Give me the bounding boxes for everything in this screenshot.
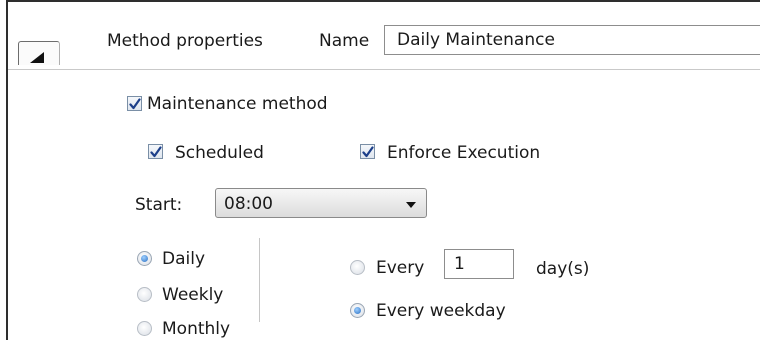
daily-label: Daily — [162, 249, 206, 269]
name-input[interactable]: Daily Maintenance — [384, 25, 760, 55]
checkmark-icon — [362, 146, 374, 158]
start-label: Start: — [135, 195, 183, 215]
collapse-triangle-icon — [30, 52, 44, 63]
every-label: Every — [376, 258, 425, 278]
checkmark-icon — [150, 146, 162, 158]
start-time-select[interactable]: 08:00 — [215, 188, 427, 218]
weekly-label: Weekly — [162, 285, 224, 305]
every-weekday-label: Every weekday — [376, 301, 506, 321]
every-days-input[interactable]: 1 — [444, 249, 514, 279]
enforce-execution-checkbox[interactable] — [360, 144, 375, 159]
maintenance-method-checkbox[interactable] — [127, 96, 142, 111]
scheduled-checkbox[interactable] — [148, 144, 163, 159]
section-title: Method properties — [107, 31, 263, 51]
monthly-label: Monthly — [162, 319, 231, 339]
collapse-button[interactable] — [18, 41, 60, 65]
scheduled-label: Scheduled — [175, 143, 264, 163]
checkmark-icon — [129, 98, 141, 110]
every-n-days-radio[interactable] — [350, 260, 365, 275]
maintenance-method-label: Maintenance method — [147, 94, 328, 114]
days-unit-label: day(s) — [536, 259, 590, 279]
header-separator — [8, 69, 760, 70]
panel-border-top — [6, 0, 760, 2]
start-time-value: 08:00 — [224, 194, 273, 214]
radio-selected-dot — [354, 307, 361, 314]
every-weekday-radio[interactable] — [350, 303, 365, 318]
chevron-down-icon — [406, 202, 416, 208]
name-label: Name — [319, 31, 370, 51]
monthly-radio[interactable] — [137, 321, 152, 336]
radio-selected-dot — [141, 255, 148, 262]
frequency-separator — [259, 238, 260, 322]
enforce-execution-label: Enforce Execution — [387, 143, 541, 163]
weekly-radio[interactable] — [137, 287, 152, 302]
daily-radio[interactable] — [137, 251, 152, 266]
panel-border-left — [6, 0, 8, 340]
